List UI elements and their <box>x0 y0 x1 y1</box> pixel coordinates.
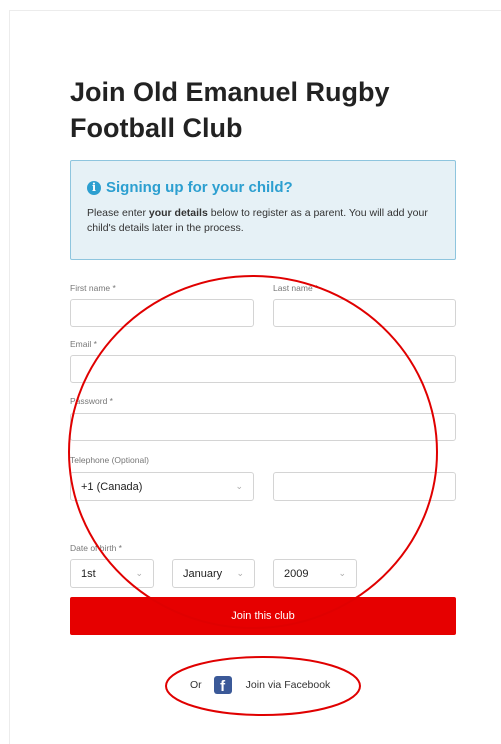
info-text: Please enter your details below to regis… <box>87 207 428 234</box>
chevron-down-icon: ⌄ <box>338 568 346 578</box>
last-name-label: Last name * <box>273 283 319 293</box>
password-input[interactable] <box>70 413 456 441</box>
chevron-down-icon: ⌄ <box>135 568 143 578</box>
first-name-input[interactable] <box>70 299 254 327</box>
email-input[interactable] <box>70 355 456 383</box>
parent-info-box: i Signing up for your child? Please ente… <box>70 160 456 260</box>
email-label: Email * <box>70 339 97 349</box>
dob-day-select[interactable]: 1st ⌄ <box>70 559 154 588</box>
or-label: Or <box>190 679 202 691</box>
info-heading: Signing up for your child? <box>106 179 293 196</box>
telephone-input[interactable] <box>273 472 456 501</box>
last-name-input[interactable] <box>273 299 456 327</box>
facebook-icon[interactable]: f <box>213 676 232 694</box>
telephone-label: Telephone (Optional) <box>70 455 149 465</box>
chevron-down-icon: ⌄ <box>236 568 244 578</box>
first-name-label: First name * <box>70 283 116 293</box>
password-label: Password * <box>70 396 113 406</box>
chevron-down-icon: ⌄ <box>235 481 243 491</box>
dob-month-select[interactable]: January ⌄ <box>172 559 255 588</box>
info-icon: i <box>87 180 101 195</box>
dob-label: Date of birth * <box>70 543 122 553</box>
join-club-button[interactable]: Join this club <box>70 597 456 635</box>
page-title: Join Old Emanuel Rugby Football Club <box>70 77 390 143</box>
facebook-signup-row: Or f Join via Facebook <box>190 676 330 694</box>
facebook-join-link[interactable]: Join via Facebook <box>246 679 331 691</box>
dob-year-select[interactable]: 2009 ⌄ <box>273 559 357 588</box>
country-code-select[interactable]: +1 (Canada) ⌄ <box>70 472 254 501</box>
